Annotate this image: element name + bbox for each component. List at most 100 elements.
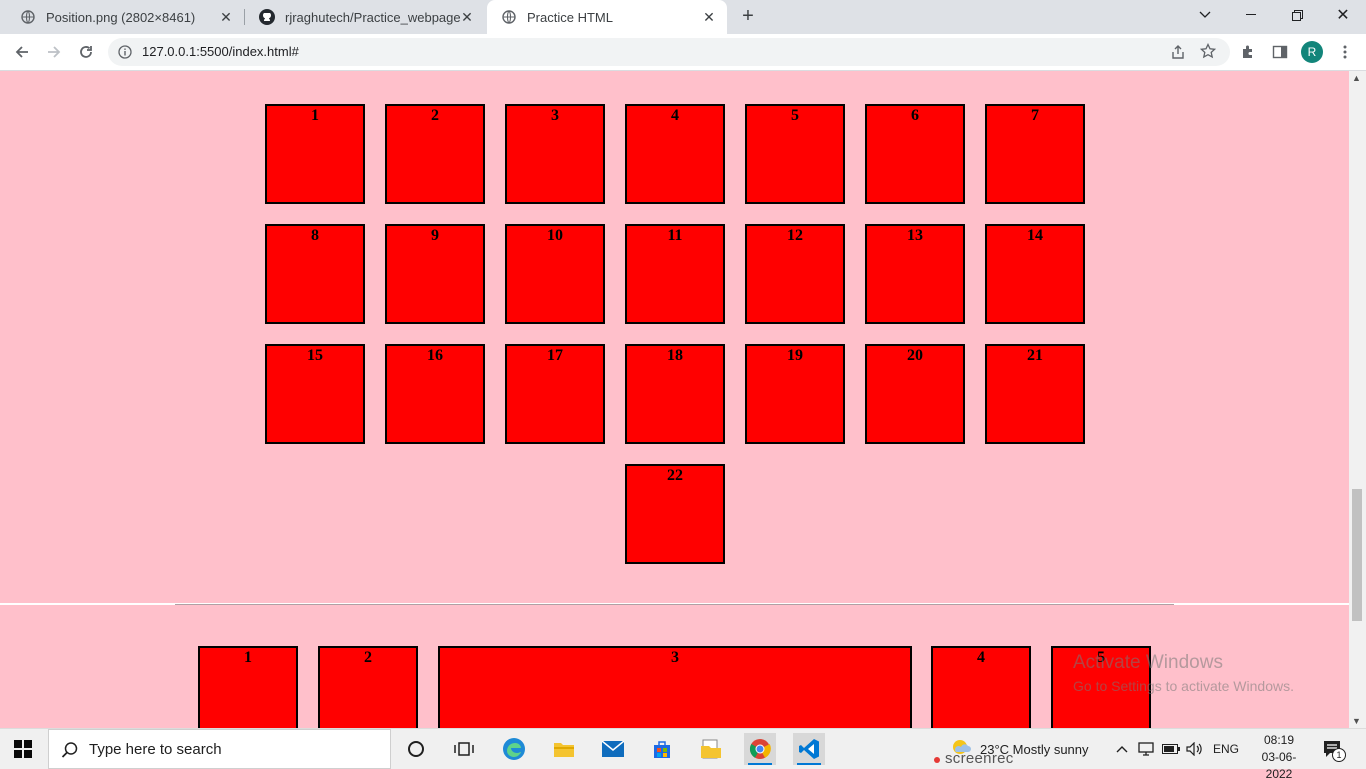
box-number: 2 (431, 107, 439, 124)
scrollbar-thumb[interactable] (1352, 489, 1362, 621)
bookmark-star-icon[interactable] (1199, 42, 1217, 64)
grid-box: 14 (985, 224, 1085, 324)
info-icon[interactable] (118, 45, 132, 64)
address-bar[interactable]: 127.0.0.1:5500/index.html# (108, 38, 1230, 66)
tab-title: Position.png (2802×8461) (46, 9, 196, 25)
extensions-puzzle-icon[interactable] (1236, 40, 1260, 64)
language-indicator[interactable]: ENG (1213, 729, 1239, 769)
scroll-down-arrow-icon[interactable]: ▼ (1352, 716, 1361, 726)
box-number: 15 (307, 347, 323, 364)
box-number: 21 (1027, 347, 1043, 364)
task-view-icon[interactable] (448, 733, 480, 765)
watermark-subtitle: Go to Settings to activate Windows. (1073, 678, 1294, 694)
tab-github[interactable]: rjraghutech/Practice_webpage ✕ (245, 0, 485, 34)
grid-box: 22 (625, 464, 725, 564)
github-icon (259, 9, 275, 25)
tab-search-chevron-icon[interactable] (1182, 0, 1228, 30)
box-number: 18 (667, 347, 683, 364)
new-tab-plus-icon[interactable]: + (736, 5, 760, 29)
globe-icon (501, 9, 517, 25)
box-number: 4 (671, 107, 679, 124)
screenrec-watermark: screenrec (945, 750, 1014, 767)
box-number: 16 (427, 347, 443, 364)
side-panel-icon[interactable] (1268, 40, 1292, 64)
box-number: 5 (791, 107, 799, 124)
grid-box: 15 (265, 344, 365, 444)
grid-box: 11 (625, 224, 725, 324)
clock-date: 03-06-2022 (1261, 750, 1297, 781)
search-placeholder: Type here to search (89, 741, 222, 758)
microsoft-store-icon[interactable] (646, 733, 678, 765)
tab-title: rjraghutech/Practice_webpage (285, 9, 461, 25)
grid-box: 19 (745, 344, 845, 444)
grid-box: 2 (385, 104, 485, 204)
box-number: 2 (364, 649, 372, 666)
minimize-icon[interactable] (1228, 0, 1274, 30)
mail-icon[interactable] (597, 733, 629, 765)
vscode-icon[interactable] (793, 733, 825, 765)
menu-kebab-icon[interactable] (1333, 40, 1357, 64)
show-hidden-icons-chevron-icon[interactable] (1116, 729, 1128, 769)
box-number: 1 (311, 107, 319, 124)
bottom-box: 1 (198, 646, 298, 728)
page-scrollbar[interactable]: ▲ ▼ (1349, 71, 1366, 728)
reload-icon[interactable] (74, 40, 98, 64)
tab-practice-html[interactable]: Practice HTML ✕ (487, 0, 727, 34)
close-tab-icon[interactable]: ✕ (218, 9, 234, 25)
taskbar-search-box[interactable]: Type here to search (48, 729, 391, 769)
page-viewport: 1 2 3 4 5 6 7 8 9 10 11 12 13 14 15 16 1… (0, 71, 1349, 728)
search-icon (61, 741, 79, 764)
close-tab-icon[interactable]: ✕ (459, 9, 475, 25)
volume-icon[interactable] (1186, 729, 1202, 769)
edge-browser-icon[interactable] (498, 733, 530, 765)
tab-position-png[interactable]: Position.png (2802×8461) ✕ (6, 0, 244, 34)
grid-box: 13 (865, 224, 965, 324)
close-tab-icon[interactable]: ✕ (701, 9, 717, 25)
clock-time: 08:19 (1263, 733, 1295, 747)
box-number: 11 (667, 227, 683, 244)
grid-box: 6 (865, 104, 965, 204)
network-icon[interactable] (1138, 729, 1154, 769)
notification-count-badge: 1 (1332, 748, 1346, 762)
grid-box: 1 (265, 104, 365, 204)
tab-strip: Position.png (2802×8461) ✕ rjraghutech/P… (0, 0, 1366, 34)
restore-icon[interactable] (1274, 0, 1320, 30)
scroll-up-arrow-icon[interactable]: ▲ (1352, 73, 1361, 83)
notification-center-icon[interactable]: 1 (1322, 739, 1346, 764)
box-number: 3 (551, 107, 559, 124)
windows-start-icon[interactable] (14, 740, 32, 763)
box-number: 12 (787, 227, 803, 244)
file-manager-icon[interactable] (695, 733, 727, 765)
forward-arrow-icon[interactable] (42, 40, 66, 64)
activate-windows-watermark: Activate Windows Go to Settings to activ… (1073, 652, 1294, 694)
share-icon[interactable] (1170, 44, 1186, 65)
grid-box: 18 (625, 344, 725, 444)
close-window-icon[interactable]: ✕ (1320, 0, 1366, 30)
grid-box: 3 (505, 104, 605, 204)
battery-icon[interactable] (1162, 729, 1180, 769)
url-text: 127.0.0.1:5500/index.html# (142, 44, 299, 59)
profile-avatar[interactable]: R (1301, 41, 1323, 63)
grid-box: 17 (505, 344, 605, 444)
bottom-box-wide: 3 (438, 646, 912, 728)
recording-dot-icon (934, 757, 940, 763)
back-arrow-icon[interactable] (10, 40, 34, 64)
chrome-icon[interactable] (744, 733, 776, 765)
tab-title: Practice HTML (527, 9, 613, 25)
file-explorer-icon[interactable] (548, 733, 580, 765)
grid-box: 7 (985, 104, 1085, 204)
box-number: 1 (244, 649, 252, 666)
grid-box: 4 (625, 104, 725, 204)
box-number: 17 (547, 347, 563, 364)
box-number: 13 (907, 227, 923, 244)
grid-box: 16 (385, 344, 485, 444)
box-number: 6 (911, 107, 919, 124)
hr-line (175, 604, 1174, 605)
clock[interactable]: 08:19 03-06-2022 (1249, 732, 1309, 783)
browser-toolbar: 127.0.0.1:5500/index.html# (0, 34, 1366, 71)
grid-box: 21 (985, 344, 1085, 444)
windows-taskbar: Type here to search 23°C Mostly sunny sc… (0, 728, 1366, 781)
cortana-icon[interactable] (400, 733, 432, 765)
box-number: 20 (907, 347, 923, 364)
bottom-box: 4 (931, 646, 1031, 728)
